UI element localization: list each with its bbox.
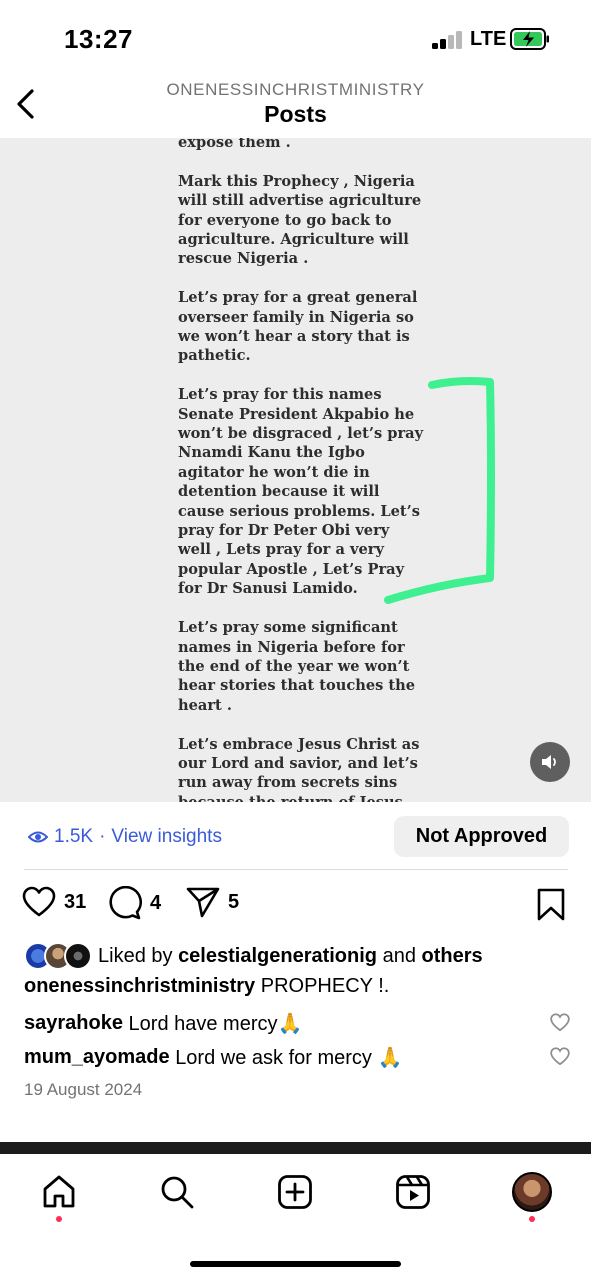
insights-row: 1.5K · View insights Not Approved: [0, 802, 591, 870]
comment-row: mum_ayomade Lord we ask for mercy 🙏: [24, 1043, 584, 1071]
liked-by-and: and: [382, 944, 416, 967]
speaker-icon: [542, 755, 556, 769]
create-icon: [278, 1175, 312, 1209]
article-paragraph: Let’s pray some significant names in Nig…: [178, 619, 416, 714]
comment-text: Lord we ask for mercy 🙏: [175, 1046, 403, 1069]
article-paragraph: Let’s pray for a great general overseer …: [178, 289, 418, 365]
nav-profile[interactable]: [512, 1172, 552, 1212]
like-action: 31: [22, 886, 86, 918]
nav-home[interactable]: [39, 1172, 79, 1212]
notification-dot: [529, 1216, 535, 1222]
article-paragraph: Mark this Prophecy , Nigeria will still …: [178, 172, 422, 268]
send-icon[interactable]: [186, 886, 220, 918]
approval-status-badge[interactable]: Not Approved: [394, 816, 569, 857]
comment-action: 4: [108, 886, 161, 920]
page-title: Posts: [264, 101, 327, 127]
liker-avatars: [24, 942, 92, 970]
cellular-signal-icon: [432, 31, 464, 49]
caption-text: PROPHECY !.: [260, 975, 390, 997]
next-post-preview[interactable]: [0, 1142, 591, 1154]
article-paragraph: Let’s pray for this names Senate Preside…: [178, 386, 424, 598]
nav-create[interactable]: [275, 1172, 315, 1212]
comment-username[interactable]: mum_ayomade: [24, 1046, 170, 1069]
post-date: 19 August 2024: [24, 1080, 143, 1099]
view-count: 1.5K: [54, 826, 94, 847]
bookmark-icon: [537, 888, 565, 921]
comment-icon[interactable]: [108, 886, 142, 920]
comment-like-icon[interactable]: [550, 1013, 570, 1032]
likes-count[interactable]: 31: [64, 891, 86, 914]
caption-username[interactable]: onenessinchristministry: [24, 975, 255, 997]
share-action: 5: [186, 886, 239, 918]
liked-by-others[interactable]: others: [422, 945, 483, 968]
avatar: [64, 942, 92, 970]
post-caption: onenessinchristministry PROPHECY !.: [24, 975, 584, 998]
view-insights-label: View insights: [111, 826, 222, 847]
view-insights-link[interactable]: 1.5K · View insights: [28, 826, 222, 848]
audio-toggle-button[interactable]: [530, 742, 570, 782]
liked-by-prefix: Liked by: [98, 944, 173, 967]
home-indicator[interactable]: [190, 1261, 401, 1267]
save-button[interactable]: [536, 888, 566, 927]
post-media[interactable]: expose them . Mark this Prophecy , Niger…: [0, 138, 591, 802]
nav-reels[interactable]: [393, 1172, 433, 1212]
shares-count[interactable]: 5: [228, 891, 239, 914]
reels-icon: [396, 1175, 430, 1209]
comment-row: sayrahoke Lord have mercy🙏: [24, 1009, 584, 1037]
posts-header: ONENESSINCHRISTMINISTRY Posts: [0, 70, 591, 138]
notification-dot: [56, 1216, 62, 1222]
battery-charging-icon: [510, 28, 549, 50]
article-paragraph: Let’s embrace Jesus Christ as our Lord a…: [178, 735, 420, 802]
eye-icon: [28, 831, 48, 843]
comment-text: Lord have mercy🙏: [128, 1012, 303, 1035]
status-bar: 13:27 LTE: [0, 0, 591, 70]
liked-by-user[interactable]: celestialgenerationig: [178, 945, 377, 968]
liked-by-row[interactable]: Liked by celestialgenerationig and other…: [24, 940, 584, 972]
comment-like-icon[interactable]: [550, 1047, 570, 1066]
post-actions: 31 4 5: [0, 886, 591, 926]
divider: [24, 869, 568, 870]
comments-count[interactable]: 4: [150, 892, 161, 915]
profile-avatar: [512, 1172, 552, 1212]
search-icon: [161, 1176, 194, 1209]
comment-username[interactable]: sayrahoke: [24, 1012, 123, 1035]
account-name[interactable]: ONENESSINCHRISTMINISTRY: [0, 80, 591, 100]
network-type: LTE: [470, 28, 507, 50]
nav-search[interactable]: [157, 1172, 197, 1212]
heart-icon[interactable]: [22, 886, 56, 918]
article-text: expose them . Mark this Prophecy , Niger…: [178, 138, 440, 802]
status-time: 13:27: [64, 24, 133, 54]
home-icon: [43, 1175, 75, 1208]
article-paragraph: expose them .: [178, 138, 291, 151]
view-separator: ·: [99, 826, 106, 847]
